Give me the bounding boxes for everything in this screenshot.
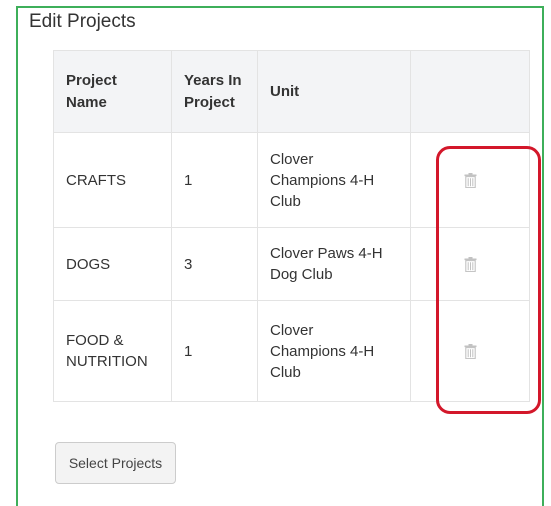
years-cell: 1 xyxy=(171,300,258,402)
unit-text: Club xyxy=(270,192,301,210)
unit-text: Club xyxy=(270,363,301,381)
unit-cell: Clover Champions 4-H Club xyxy=(257,132,411,228)
action-cell xyxy=(410,227,530,301)
project-name-cell: CRAFTS xyxy=(53,132,172,228)
trash-icon[interactable] xyxy=(464,344,477,360)
project-name-text: NUTRITION xyxy=(66,353,148,370)
edit-projects-panel: Edit Projects Project Name Years In Proj… xyxy=(16,6,544,506)
projects-table: Project Name Years In Project Unit CRAFT… xyxy=(53,50,530,402)
table-row: FOOD & NUTRITION 1 Clover Champions 4-H … xyxy=(53,300,530,402)
table-header-row: Project Name Years In Project Unit xyxy=(53,50,530,133)
unit-text: Clover xyxy=(270,150,314,168)
table-row: CRAFTS 1 Clover Champions 4-H Club xyxy=(53,132,530,228)
column-header-years-line2: Project xyxy=(184,93,235,111)
unit-text: Champions 4-H xyxy=(270,342,375,360)
project-name-text: CRAFTS xyxy=(66,171,126,189)
years-cell: 1 xyxy=(171,132,258,228)
unit-cell: Clover Paws 4-H Dog Club xyxy=(257,227,411,301)
unit-cell: Clover Champions 4-H Club xyxy=(257,300,411,402)
project-name-text: DOGS xyxy=(66,255,111,273)
action-cell xyxy=(410,300,530,402)
project-name-cell: FOOD & NUTRITION xyxy=(53,300,172,402)
column-header-project-name: Project Name xyxy=(53,50,172,133)
action-cell xyxy=(410,132,530,228)
unit-text: Champions 4-H xyxy=(270,171,375,189)
years-cell: 3 xyxy=(171,227,258,301)
table-row: DOGS 3 Clover Paws 4-H Dog Club xyxy=(53,227,530,301)
unit-text: Clover xyxy=(270,321,314,339)
unit-text: Dog Club xyxy=(270,266,333,283)
unit-text: Clover Paws 4-H xyxy=(270,245,383,262)
project-name-cell: DOGS xyxy=(53,227,172,301)
column-header-years-line1: Years In xyxy=(184,71,242,89)
column-header-action xyxy=(410,50,530,133)
trash-icon[interactable] xyxy=(464,257,477,273)
select-projects-button[interactable]: Select Projects xyxy=(55,442,176,484)
column-header-years-in-project: Years In Project xyxy=(171,50,258,133)
trash-icon[interactable] xyxy=(464,173,477,189)
column-header-unit: Unit xyxy=(257,50,411,133)
project-name-text: FOOD & xyxy=(66,332,124,349)
section-title: Edit Projects xyxy=(29,11,136,32)
